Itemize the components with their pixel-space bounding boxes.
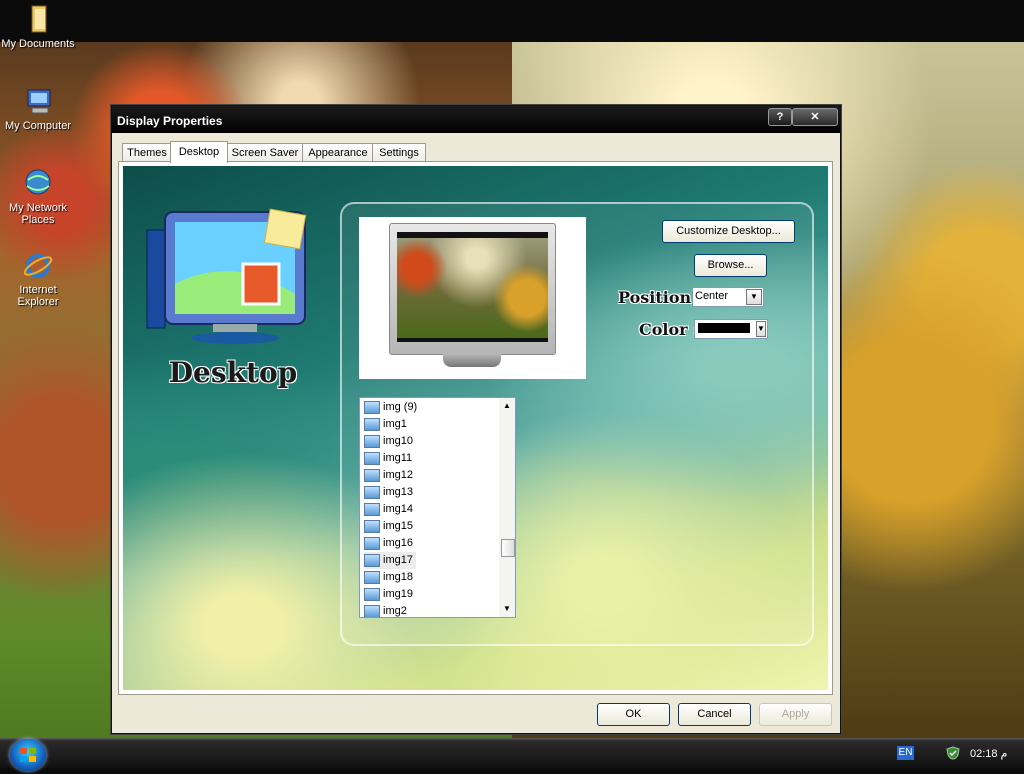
desktop-icon-internet-explorer[interactable]: Internet Explorer: [0, 250, 76, 308]
image-file-icon: [364, 468, 380, 482]
scroll-down-icon[interactable]: ▼: [499, 601, 515, 617]
background-list[interactable]: img (9) img1 img10 img11 img12 img13 img…: [359, 397, 516, 618]
browse-button[interactable]: Browse...: [694, 254, 767, 277]
tab-screen-saver[interactable]: Screen Saver: [226, 143, 304, 162]
ie-icon: [22, 250, 54, 282]
desktop-icon-label: My Computer: [4, 120, 72, 132]
tab-settings[interactable]: Settings: [372, 143, 426, 162]
color-swatch: [698, 323, 750, 333]
color-label: Color :: [639, 320, 700, 339]
list-item[interactable]: img18: [364, 569, 494, 586]
image-file-icon: [364, 519, 380, 533]
list-item[interactable]: img1: [364, 416, 494, 433]
computer-icon: [22, 86, 54, 118]
image-file-icon: [364, 587, 380, 601]
desktop-tab-panel: Desktop Customize Desktop... Browse... P…: [118, 161, 833, 695]
windows-logo-icon: [20, 748, 36, 762]
image-file-icon: [364, 502, 380, 516]
scroll-thumb[interactable]: [501, 539, 515, 557]
chevron-down-icon[interactable]: ▼: [746, 289, 762, 305]
list-item[interactable]: img10: [364, 433, 494, 450]
image-file-icon: [364, 553, 380, 567]
display-properties-dialog: Display Properties ? ✕ Themes Desktop Sc…: [111, 105, 841, 734]
preview-image: [397, 238, 548, 338]
list-item[interactable]: img19: [364, 586, 494, 603]
language-indicator[interactable]: EN: [897, 746, 914, 760]
image-file-icon: [364, 400, 380, 414]
list-item[interactable]: img2: [364, 603, 494, 617]
desktop-monitor-icon: [146, 208, 307, 344]
tab-themes[interactable]: Themes: [122, 143, 172, 162]
image-file-icon: [364, 451, 380, 465]
list-item-selected[interactable]: img17: [364, 552, 416, 569]
apply-button[interactable]: Apply: [759, 703, 832, 726]
help-button[interactable]: ?: [768, 108, 792, 126]
ok-button[interactable]: OK: [597, 703, 670, 726]
network-icon: [22, 168, 54, 200]
taskbar: EN 02:18 م: [0, 738, 1024, 771]
panel-background: Desktop Customize Desktop... Browse... P…: [123, 166, 828, 690]
image-file-icon: [364, 536, 380, 550]
image-file-icon: [364, 604, 380, 617]
dialog-title: Display Properties: [117, 114, 223, 128]
wallpaper-preview: [359, 217, 586, 379]
clock[interactable]: 02:18 م: [970, 747, 1007, 760]
image-file-icon: [364, 570, 380, 584]
list-item[interactable]: img12: [364, 467, 494, 484]
position-select[interactable]: Center ▼: [692, 287, 764, 307]
image-file-icon: [364, 417, 380, 431]
list-item[interactable]: img11: [364, 450, 494, 467]
security-shield-icon[interactable]: [946, 746, 960, 760]
list-item[interactable]: img15: [364, 518, 494, 535]
image-file-icon: [364, 434, 380, 448]
chevron-down-icon[interactable]: ▼: [756, 321, 766, 337]
cancel-button[interactable]: Cancel: [678, 703, 751, 726]
desktop-icon-my-computer[interactable]: My Computer: [0, 86, 76, 132]
position-label: Position :: [618, 288, 703, 307]
list-scrollbar[interactable]: ▲ ▼: [499, 398, 515, 617]
list-item[interactable]: img16: [364, 535, 494, 552]
desktop-icon-my-documents[interactable]: My Documents: [0, 4, 76, 50]
close-button[interactable]: ✕: [792, 108, 838, 126]
desktop-icon-label: My Network Places: [8, 202, 68, 226]
list-item[interactable]: img14: [364, 501, 494, 518]
tab-desktop[interactable]: Desktop: [170, 141, 228, 163]
scroll-up-icon[interactable]: ▲: [499, 398, 515, 414]
desktop-caption: Desktop: [168, 356, 298, 389]
dialog-titlebar[interactable]: Display Properties ? ✕: [112, 106, 840, 133]
image-file-icon: [364, 485, 380, 499]
desktop-icon-label: My Documents: [1, 38, 75, 50]
list-item[interactable]: img13: [364, 484, 494, 501]
color-picker[interactable]: ▼: [694, 319, 768, 339]
tab-appearance[interactable]: Appearance: [302, 143, 374, 162]
position-value: Center: [695, 290, 729, 302]
list-item[interactable]: img (9): [364, 399, 494, 416]
desktop-icon-label: Internet Explorer: [17, 284, 59, 308]
folder-icon: [22, 4, 54, 36]
preview-monitor: [389, 223, 556, 355]
start-button[interactable]: [10, 739, 46, 771]
desktop-icon-network-places[interactable]: My Network Places: [0, 168, 76, 226]
customize-desktop-button[interactable]: Customize Desktop...: [662, 220, 795, 243]
